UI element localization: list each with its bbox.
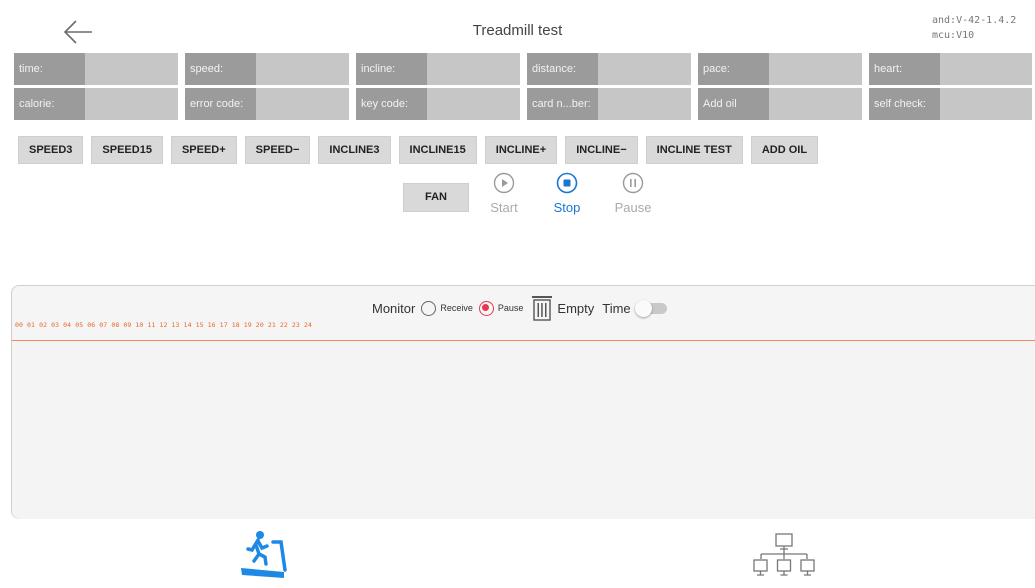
monitor-panel: Monitor Receive Pause Empty Time 00 01 0… <box>11 285 1035 519</box>
info-field: error code: <box>185 88 356 120</box>
command-button[interactable]: INCLINE TEST <box>645 136 743 164</box>
info-field-value <box>598 88 691 120</box>
info-field-label: pace: <box>698 53 769 85</box>
receive-radio[interactable] <box>421 300 437 316</box>
info-field-value <box>85 88 178 120</box>
command-button[interactable]: SPEED15 <box>91 136 163 164</box>
info-field-label: error code: <box>185 88 256 120</box>
info-field-value <box>427 88 520 120</box>
info-field-value <box>769 53 862 85</box>
hex-byte-header: 00 01 02 03 04 05 06 07 08 09 10 11 12 1… <box>15 321 312 329</box>
trash-icon[interactable] <box>531 295 553 321</box>
network-icon <box>753 533 815 576</box>
play-icon <box>493 172 515 194</box>
nav-network-tab[interactable] <box>751 533 817 586</box>
info-field-value <box>940 88 1032 120</box>
empty-button[interactable]: Empty <box>557 301 594 316</box>
time-toggle[interactable] <box>634 299 667 317</box>
start-control[interactable]: Start <box>480 172 528 215</box>
command-button-row: SPEED3 SPEED15 SPEED+ SPEED− INCLINE3 INCLINE… <box>18 136 826 164</box>
info-field: calorie: <box>14 88 185 120</box>
command-button[interactable]: SPEED− <box>244 136 311 164</box>
command-button[interactable]: SPEED3 <box>18 136 84 164</box>
start-label: Start <box>490 200 518 215</box>
info-field-label: distance: <box>527 53 598 85</box>
stop-icon <box>556 172 578 194</box>
stop-label: Stop <box>553 200 581 215</box>
info-field: card n...ber: <box>527 88 698 120</box>
treadmill-test-screen: Treadmill test and:V-42-1.4.2 mcu:V10 ti… <box>0 0 1035 588</box>
command-button[interactable]: INCLINE15 <box>398 136 477 164</box>
monitor-title: Monitor <box>372 300 416 316</box>
nav-treadmill-tab[interactable] <box>238 530 292 587</box>
info-field-value <box>256 53 349 85</box>
info-row: time: speed: incline: distance: pace: heart: <box>14 53 1035 85</box>
info-field-label: speed: <box>185 53 256 85</box>
info-field-value <box>940 53 1032 85</box>
info-field-label: time: <box>14 53 85 85</box>
info-field-value <box>256 88 349 120</box>
monitor-log-area[interactable] <box>12 341 1035 519</box>
pause-icon <box>622 172 644 194</box>
version-info: and:V-42-1.4.2 mcu:V10 <box>932 15 1017 41</box>
command-button[interactable]: INCLINE− <box>565 136 638 164</box>
info-field: heart: <box>869 53 1032 85</box>
info-field: distance: <box>527 53 698 85</box>
monitor-header: Monitor Receive Pause Empty Time <box>372 295 667 321</box>
info-field: speed: <box>185 53 356 85</box>
fan-button[interactable]: FAN <box>403 183 469 212</box>
command-button[interactable]: INCLINE+ <box>484 136 558 164</box>
time-label: Time <box>602 300 631 316</box>
info-field: Add oil <box>698 88 869 120</box>
command-button[interactable]: INCLINE3 <box>318 136 391 164</box>
info-field-label: heart: <box>869 53 940 85</box>
info-field-label: calorie: <box>14 88 85 120</box>
info-field-label: self check: <box>869 88 940 120</box>
info-field: key code: <box>356 88 527 120</box>
command-button[interactable]: SPEED+ <box>170 136 237 164</box>
receive-label: Receive <box>440 303 473 313</box>
info-field-value <box>769 88 862 120</box>
info-field: time: <box>14 53 185 85</box>
info-field-value <box>85 53 178 85</box>
info-field: pace: <box>698 53 869 85</box>
info-field: incline: <box>356 53 527 85</box>
stop-control[interactable]: Stop <box>543 172 591 215</box>
info-grid: time: speed: incline: distance: pace: heart: c… <box>14 53 1035 123</box>
info-field-label: Add oil <box>698 88 769 120</box>
info-row: calorie: error code: key code: card n...ber… <box>14 88 1035 120</box>
info-field-label: card n...ber: <box>527 88 598 120</box>
info-field-label: incline: <box>356 53 427 85</box>
info-field-value <box>598 53 691 85</box>
command-button[interactable]: ADD OIL <box>750 136 819 164</box>
info-field: self check: <box>869 88 1032 120</box>
page-title: Treadmill test <box>472 22 563 39</box>
pause-radio-label: Pause <box>497 303 524 313</box>
pause-radio[interactable] <box>478 300 494 316</box>
info-field-value <box>427 53 520 85</box>
info-field-label: key code: <box>356 88 427 120</box>
treadmill-icon <box>241 531 287 578</box>
pause-label: Pause <box>614 200 652 215</box>
pause-control[interactable]: Pause <box>609 172 657 215</box>
